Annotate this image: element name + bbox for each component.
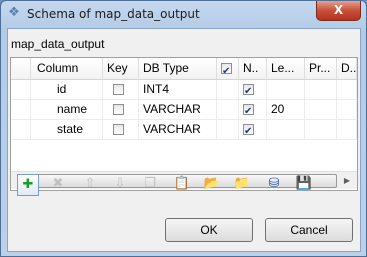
table-header: Column Key DB Type N.. Le... Pr... D... [11,58,357,80]
cell-db-type[interactable]: VARCHAR [139,100,217,119]
cell-db-type[interactable]: INT4 [139,80,217,99]
schema-dialog: ❖ Schema of map_data_output X map_data_o… [0,0,367,257]
add-icon[interactable]: ✚ [17,174,39,196]
cell-key[interactable] [103,80,139,99]
cell-column[interactable]: state [31,120,103,139]
nullable-checkbox[interactable] [243,82,254,99]
cancel-button[interactable]: Cancel [265,218,353,242]
cell-precision[interactable] [305,100,337,119]
delete-icon[interactable]: ✖ [47,174,69,196]
cell-db-type[interactable]: VARCHAR [139,120,217,139]
move-up-icon[interactable]: ⇧ [79,174,101,196]
cell-length[interactable] [267,80,305,99]
cell-blank [217,80,239,99]
title-bar[interactable]: ❖ Schema of map_data_output X [1,1,366,27]
header-select-all[interactable] [217,58,239,79]
cell-default[interactable] [337,80,357,99]
header-default[interactable]: D... [337,58,357,79]
cell-precision[interactable] [305,120,337,139]
cell-default[interactable] [337,120,357,139]
cell-precision[interactable] [305,80,337,99]
close-button[interactable]: X [316,1,361,21]
save-icon[interactable]: 💾 [293,174,315,196]
move-down-icon[interactable]: ⇩ [109,174,131,196]
key-checkbox[interactable] [113,124,124,135]
table-row[interactable]: id INT4 [11,80,357,100]
cell-column[interactable]: name [31,100,103,119]
paste-icon[interactable]: 📋 [171,174,193,196]
header-precision[interactable]: Pr... [305,58,337,79]
key-checkbox[interactable] [113,84,124,95]
schema-table: Column Key DB Type N.. Le... Pr... D... … [10,57,358,191]
select-all-checkbox[interactable] [221,61,232,79]
header-column[interactable]: Column [31,58,103,79]
nullable-checkbox[interactable] [243,122,254,139]
cell-marker [11,120,31,139]
cell-blank [217,120,239,139]
database-icon[interactable]: ⛁ [263,174,285,196]
header-length[interactable]: Le... [267,58,305,79]
table-row[interactable]: name VARCHAR 20 [11,100,357,120]
export-icon[interactable]: 📁 [231,174,253,196]
dialog-body: map_data_output Column Key DB Type N.. L… [7,28,361,252]
header-db-type[interactable]: DB Type [139,58,217,79]
scroll-right-icon[interactable]: ▶ [339,173,355,188]
header-key[interactable]: Key [103,58,139,79]
cell-nullable[interactable] [239,80,267,99]
copy-icon[interactable]: ❐ [139,174,161,196]
cell-nullable[interactable] [239,120,267,139]
cell-key[interactable] [103,100,139,119]
row-marker-header [11,58,31,79]
table-row[interactable]: state VARCHAR [11,120,357,140]
schema-name-label: map_data_output [11,37,105,51]
cell-blank [217,100,239,119]
cell-default[interactable] [337,100,357,119]
cell-key[interactable] [103,120,139,139]
puzzle-icon: ❖ [8,5,20,20]
ok-button[interactable]: OK [165,218,253,242]
cell-length[interactable] [267,120,305,139]
key-checkbox[interactable] [113,104,124,115]
nullable-checkbox[interactable] [243,102,254,119]
cell-nullable[interactable] [239,100,267,119]
header-nullable[interactable]: N.. [239,58,267,79]
cell-length[interactable]: 20 [267,100,305,119]
cell-column[interactable]: id [31,80,103,99]
cell-marker [11,100,31,119]
window-title: Schema of map_data_output [27,7,200,21]
import-icon[interactable]: 📂 [201,174,223,196]
cell-marker [11,80,31,99]
